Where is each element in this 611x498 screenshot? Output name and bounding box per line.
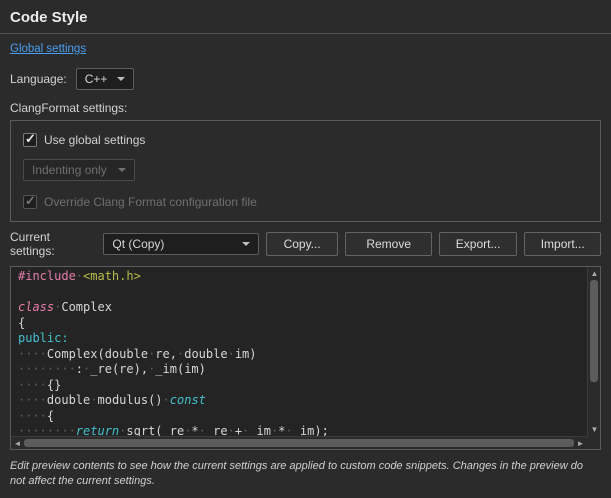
chevron-down-icon [242,242,250,246]
export-button[interactable]: Export... [439,232,518,256]
current-settings-combo[interactable]: Qt (Copy) [103,233,258,255]
override-clang-label: Override Clang Format configuration file [44,195,257,209]
code-token: class [18,300,54,314]
code-token: <math.h> [83,269,141,283]
import-button[interactable]: Import... [524,232,601,256]
horizontal-scrollbar[interactable]: ◄ ► [11,436,587,449]
code-token: {} [47,378,61,392]
code-token: · [76,269,83,283]
code-token: · [90,393,97,407]
code-token: sqrt(_re [126,424,184,436]
code-token: _im); [293,424,329,436]
use-global-settings-checkbox[interactable]: ✓ [23,133,37,147]
current-settings-label: Current settings: [10,230,96,258]
scroll-up-icon[interactable]: ▲ [588,267,601,280]
code-token: const [170,393,206,407]
code-token: im) [235,347,257,361]
horizontal-scrollbar-thumb[interactable] [24,439,574,447]
code-token: return [76,424,119,436]
code-token: · [228,424,235,436]
code-token: : [76,362,83,376]
code-token: Complex [61,300,112,314]
code-token: #include [18,269,76,283]
chevron-down-icon [117,77,125,81]
clangformat-groupbox: ✓ Use global settings Indenting only ✓ O… [10,120,601,222]
language-combo[interactable]: C++ [76,68,135,90]
code-token: · [199,424,206,436]
current-settings-row: Current settings: Qt (Copy) Copy... Remo… [0,222,611,266]
scroll-left-icon[interactable]: ◄ [11,437,24,450]
code-token: { [47,409,54,423]
remove-button[interactable]: Remove [345,232,431,256]
code-line: class·Complex [18,300,587,316]
indenting-mode-row: Indenting only [23,159,588,181]
use-global-settings-row: ✓ Use global settings [23,133,588,147]
vertical-scrollbar[interactable]: ▲ ▼ [587,267,600,436]
code-token: _im(im) [155,362,206,376]
code-token: ········ [18,362,76,376]
code-token: public: [18,331,69,345]
indenting-mode-value: Indenting only [32,163,107,177]
code-token: _re [206,424,228,436]
indenting-mode-combo[interactable]: Indenting only [23,159,135,181]
use-global-settings-label: Use global settings [44,133,145,147]
scroll-down-icon[interactable]: ▼ [588,423,601,436]
code-token: Complex(double [47,347,148,361]
override-clang-checkbox[interactable]: ✓ [23,195,37,209]
code-token: ···· [18,347,47,361]
code-token: _im [249,424,271,436]
code-token: ···· [18,393,47,407]
chevron-down-icon [118,168,126,172]
code-line [18,285,587,301]
override-clang-row: ✓ Override Clang Format configuration fi… [23,195,588,209]
page-header: Code Style [0,0,611,34]
code-token: re, [155,347,177,361]
code-preview-editor[interactable]: #include·<math.h> class·Complex{public:·… [10,266,601,450]
code-line: public: [18,331,587,347]
code-token: * [191,424,198,436]
language-label: Language: [10,72,67,86]
vertical-scrollbar-thumb[interactable] [590,280,598,382]
code-token: + [235,424,242,436]
language-row: Language: C++ [0,61,611,99]
code-token: modulus() [98,393,163,407]
current-settings-value: Qt (Copy) [112,237,164,251]
code-token: · [285,424,292,436]
checkmark-icon: ✓ [25,132,36,146]
code-token: double [47,393,90,407]
code-line: ····{ [18,409,587,425]
page-title: Code Style [10,9,601,26]
footer-note: Edit preview contents to see how the cur… [0,450,611,489]
code-line: ········return·sqrt(_re·*·_re·+·_im·*·_i… [18,424,587,436]
code-token: ········ [18,424,76,436]
copy-button[interactable]: Copy... [266,232,339,256]
clangformat-group-label: ClangFormat settings: [0,99,611,120]
scroll-right-icon[interactable]: ► [574,437,587,450]
code-token: double [184,347,227,361]
code-token: { [18,316,25,330]
global-settings-row: Global settings [0,34,611,61]
code-content[interactable]: #include·<math.h> class·Complex{public:·… [11,267,587,436]
code-token: · [163,393,170,407]
code-line: #include·<math.h> [18,269,587,285]
scrollbar-corner [587,436,600,449]
code-line: ········:·_re(re),·_im(im) [18,362,587,378]
code-token: ···· [18,409,47,423]
code-line: ····Complex(double·re,·double·im) [18,347,587,363]
code-token: _re(re), [90,362,148,376]
checkmark-icon: ✓ [25,194,36,208]
code-token: ···· [18,378,47,392]
code-line: ····double·modulus()·const [18,393,587,409]
global-settings-link[interactable]: Global settings [10,43,86,55]
code-token: · [228,347,235,361]
language-combo-value: C++ [85,72,108,86]
code-line: ····{} [18,378,587,394]
code-line: { [18,316,587,332]
